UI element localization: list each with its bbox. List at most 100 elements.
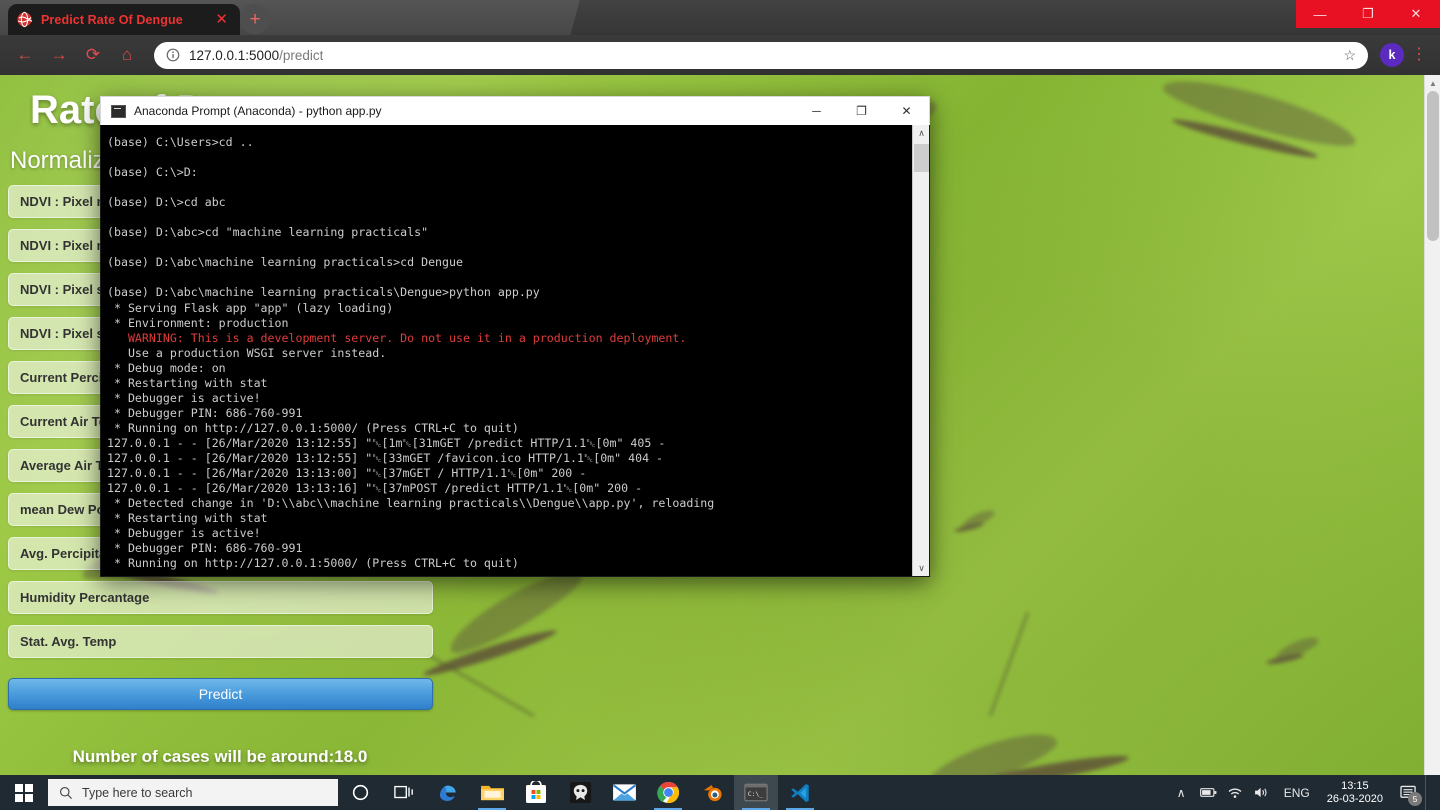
console-icon [111,104,126,118]
search-icon [60,786,73,799]
back-icon[interactable]: ← [10,40,40,70]
terminal-line: 127.0.0.1 - - [26/Mar/2020 13:13:00] "␛[… [107,466,587,481]
terminal-line: * Debugger is active! [107,390,261,405]
browser-menu-icon[interactable]: ⋮ [1408,47,1430,63]
terminal-body[interactable]: (base) C:\Users>cd .. (base) C:\>D: (bas… [100,125,930,577]
tray-clock[interactable]: 13:15 26-03-2020 [1319,780,1391,806]
browser-titlebar: Predict Rate Of Dengue ✕ + — ❐ ✕ [0,0,1440,35]
new-tab-button[interactable]: + [240,4,270,34]
terminal-minimize-button[interactable]: ─ [794,97,839,126]
taskbar-search-box[interactable]: Type here to search [48,779,338,806]
action-center-button[interactable]: 5 [1393,775,1423,810]
tab-title: Predict Rate Of Dengue [41,12,183,27]
terminal-output: (base) C:\Users>cd .. (base) C:\>D: (bas… [105,135,929,571]
browser-minimize-button[interactable]: — [1296,0,1344,28]
mail-icon [612,784,636,801]
terminal-scrollbar[interactable]: ∧ ∨ [912,125,929,576]
reload-icon[interactable]: ⟳ [78,40,108,70]
page-scroll-up-icon[interactable]: ▲ [1425,75,1440,91]
tab-close-icon[interactable]: ✕ [211,10,232,29]
volume-glyph [1254,787,1267,798]
cortana-icon [352,784,368,801]
taskbar-item-mail[interactable] [602,775,646,810]
browser-close-button[interactable]: ✕ [1392,0,1440,28]
edge-icon [440,785,456,801]
terminal-line: * Environment: production [107,315,289,330]
terminal-line: * Detected change in 'D:\\abc\\machine l… [107,496,715,511]
profile-avatar[interactable]: k [1380,43,1404,67]
tray-language[interactable]: ENG [1277,786,1317,800]
taskbar-item-vscode[interactable] [778,775,822,810]
browser-window-controls: — ❐ ✕ [1296,0,1440,28]
taskbar-item-cortana[interactable] [338,775,382,810]
terminal-close-button[interactable]: ✕ [884,97,929,126]
terminal-titlebar[interactable]: Anaconda Prompt (Anaconda) - python app.… [100,96,930,125]
taskbar-item-anaconda-prompt[interactable]: C:\_ [734,775,778,810]
terminal-line: 127.0.0.1 - - [26/Mar/2020 13:12:55] "␛[… [107,450,664,465]
windows-taskbar: Type here to search C:\_ ∧ ENG 13:15 26-… [0,775,1440,810]
start-button[interactable] [0,775,48,810]
terminal-line: (base) C:\Users>cd .. [107,135,254,149]
terminal-line: (base) D:\abc>cd "machine learning pract… [107,225,429,240]
terminal-line: (base) C:\>D: [107,165,198,180]
browser-tab[interactable]: Predict Rate Of Dengue ✕ [8,4,240,35]
terminal-line: * Debugger PIN: 686-760-991 [107,405,303,420]
address-bar-text: 127.0.0.1:5000/predict [189,48,323,63]
page-scrollbar[interactable]: ▲ [1424,75,1440,775]
terminal-line: * Serving Flask app "app" (lazy loading) [107,300,394,315]
chrome-icon [656,781,679,804]
home-icon[interactable]: ⌂ [112,40,142,70]
windows-logo-icon [15,783,33,802]
wifi-icon[interactable] [1223,775,1248,810]
address-bar[interactable]: 127.0.0.1:5000/predict ☆ [154,41,1368,69]
terminal-scroll-up-icon[interactable]: ∧ [913,125,929,142]
command-prompt-icon: C:\_ [744,783,768,802]
tray-time: 13:15 [1341,779,1369,792]
wifi-glyph [1228,788,1242,798]
terminal-line: WARNING: This is a development server. D… [107,330,687,345]
taskbar-item-chrome[interactable] [646,775,690,810]
terminal-line: * Debugger PIN: 686-760-991 [107,541,303,556]
terminal-line: * Running on http://127.0.0.1:5000/ (Pre… [107,556,519,571]
terminal-line: * Restarting with stat [107,375,268,390]
terminal-line: (base) D:\>cd abc [107,195,226,210]
taskbar-item-task-view[interactable] [382,775,426,810]
taskbar-item-edge[interactable] [426,775,470,810]
page-scrollbar-thumb[interactable] [1427,91,1439,241]
info-icon [166,48,180,62]
terminal-scrollbar-thumb[interactable] [914,144,929,172]
browser-maximize-button[interactable]: ❐ [1344,0,1392,28]
terminal-title: Anaconda Prompt (Anaconda) - python app.… [134,104,382,118]
show-desktop-button[interactable] [1425,775,1432,810]
notification-count-badge: 5 [1408,792,1422,806]
url-path: /predict [279,47,324,63]
predict-button[interactable]: Predict [8,678,433,710]
tray-expand-chevron-icon[interactable]: ∧ [1169,775,1194,810]
volume-icon[interactable] [1250,775,1275,810]
taskbar-item-predator[interactable] [558,775,602,810]
taskbar-item-file-explorer[interactable] [470,775,514,810]
input-stat-avg-temp[interactable] [8,625,433,658]
taskbar-item-blender[interactable] [690,775,734,810]
anaconda-prompt-window[interactable]: Anaconda Prompt (Anaconda) - python app.… [100,96,930,577]
terminal-scroll-down-icon[interactable]: ∨ [913,560,929,576]
terminal-line: (base) D:\abc\machine learning practical… [107,255,463,270]
tray-date: 26-03-2020 [1326,792,1383,805]
task-view-icon [394,785,413,799]
battery-glyph [1199,788,1217,797]
svg-text:C:\_: C:\_ [748,790,764,798]
bookmark-star-icon[interactable]: ☆ [1343,47,1356,64]
battery-icon[interactable] [1196,775,1221,810]
vscode-icon [791,783,809,802]
prediction-result: Number of cases will be around:18.0 [72,747,368,766]
microsoft-store-icon [526,781,546,803]
url-host: 127.0.0.1:5000 [189,47,280,63]
forward-icon[interactable]: → [44,40,74,70]
input-humidity-percentage[interactable] [8,581,433,614]
terminal-line: (base) D:\abc\machine learning practical… [107,285,540,300]
screen: Predict Rate Of Dengue ✕ + — ❐ ✕ ← → ⟳ ⌂ [0,0,1440,810]
taskbar-item-microsoft-store[interactable] [514,775,558,810]
blender-icon [703,785,722,802]
terminal-maximize-button[interactable]: ❐ [839,97,884,126]
